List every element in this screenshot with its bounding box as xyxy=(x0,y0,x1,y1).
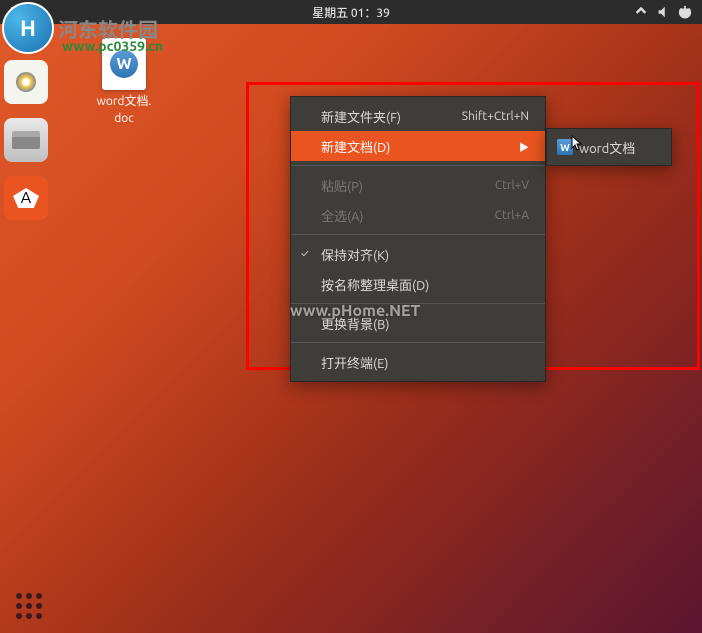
menu-label: 保持对齐(K) xyxy=(321,245,389,264)
menu-shortcut: Ctrl+A xyxy=(495,209,529,222)
speaker-icon xyxy=(16,72,36,92)
chevron-right-icon: ▶ xyxy=(519,139,529,154)
menu-organize-by-name[interactable]: 按名称整理桌面(D) xyxy=(291,269,545,299)
launcher-dock: A xyxy=(4,60,56,220)
launcher-software[interactable]: A xyxy=(4,176,48,220)
submenu-word-document[interactable]: W word文档 xyxy=(547,133,671,161)
menu-shortcut: Ctrl+V xyxy=(495,179,529,192)
cursor-icon xyxy=(571,135,585,153)
watermark-center: www.pHome.NET xyxy=(290,302,420,320)
network-icon xyxy=(634,5,648,19)
desktop-background[interactable]: 活动 星期五 01：39 H 河东软件园 www.pc0359.cn A W w xyxy=(0,0,702,633)
show-applications-button[interactable] xyxy=(16,593,42,619)
logo-icon: H xyxy=(2,2,54,54)
new-document-submenu: W word文档 xyxy=(546,128,672,166)
submenu-label: word文档 xyxy=(579,138,635,157)
menu-paste: 粘贴(P) Ctrl+V xyxy=(291,170,545,200)
launcher-rhythmbox[interactable] xyxy=(4,60,48,104)
watermark-url: www.pc0359.cn xyxy=(62,38,163,54)
shopping-bag-icon: A xyxy=(13,188,39,208)
launcher-files[interactable] xyxy=(4,118,48,162)
menu-keep-aligned[interactable]: ✓ 保持对齐(K) xyxy=(291,239,545,269)
menu-label: 粘贴(P) xyxy=(321,176,363,195)
clock[interactable]: 星期五 01：39 xyxy=(312,4,390,21)
menu-label: 按名称整理桌面(D) xyxy=(321,275,429,294)
power-icon xyxy=(678,5,692,19)
menu-new-document[interactable]: 新建文档(D) ▶ xyxy=(291,131,545,161)
menu-new-folder[interactable]: 新建文件夹(F) Shift+Ctrl+N xyxy=(291,101,545,131)
menu-open-terminal[interactable]: 打开终端(E) xyxy=(291,347,545,377)
menu-label: 新建文档(D) xyxy=(321,137,390,156)
desktop-file-label: word文档. doc xyxy=(84,94,164,128)
menu-label: 打开终端(E) xyxy=(321,353,388,372)
menu-separator xyxy=(291,165,545,166)
menu-shortcut: Shift+Ctrl+N xyxy=(462,110,529,123)
drawer-icon xyxy=(12,131,40,149)
status-area[interactable] xyxy=(634,5,702,19)
menu-label: 全选(A) xyxy=(321,206,364,225)
menu-select-all[interactable]: 全选(A) Ctrl+A xyxy=(291,200,545,230)
menu-separator xyxy=(291,234,545,235)
menu-separator xyxy=(291,342,545,343)
watermark-logo: H 河东软件园 www.pc0359.cn xyxy=(2,2,158,54)
menu-label: 新建文件夹(F) xyxy=(321,107,401,126)
desktop-context-menu: 新建文件夹(F) Shift+Ctrl+N 新建文档(D) ▶ 粘贴(P) Ct… xyxy=(290,96,546,382)
check-icon: ✓ xyxy=(301,248,309,260)
volume-icon xyxy=(656,5,670,19)
